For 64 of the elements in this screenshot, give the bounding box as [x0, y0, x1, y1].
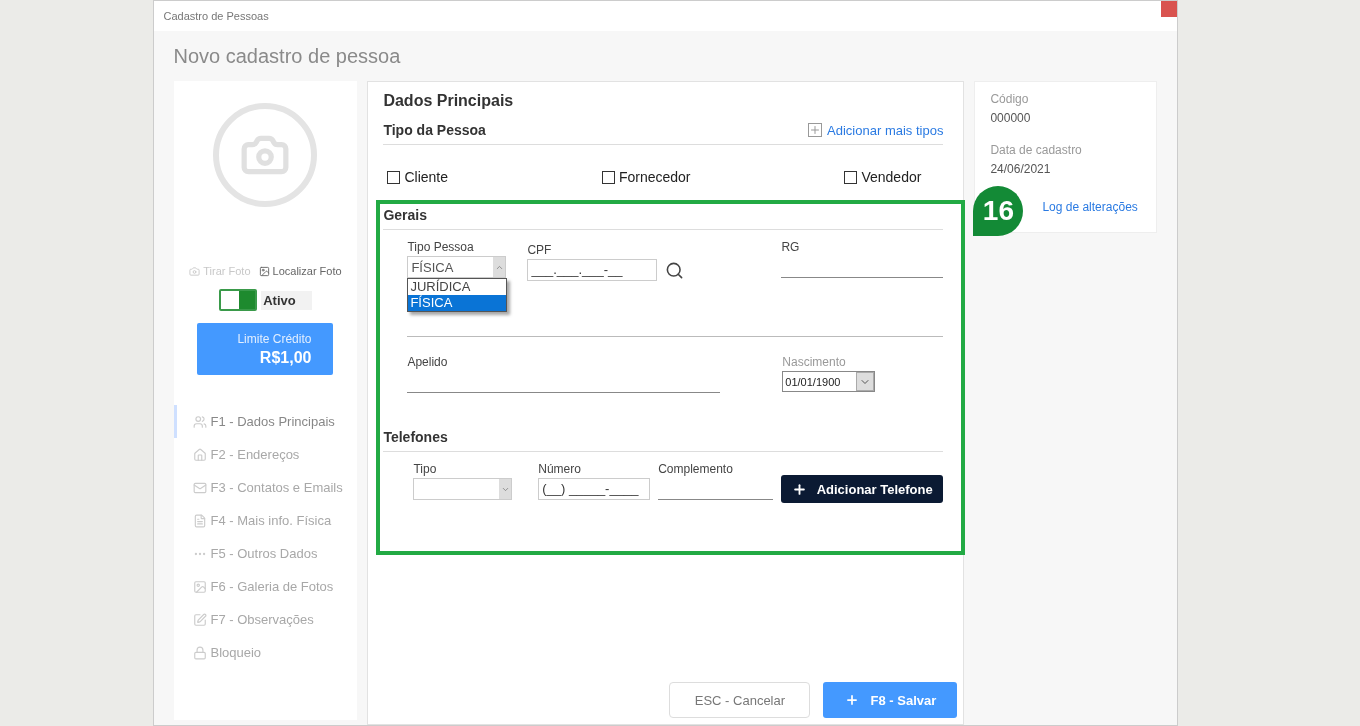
- status-toggle[interactable]: [219, 289, 258, 311]
- field-label: Apelido: [407, 355, 449, 371]
- step-badge: 16: [973, 186, 1024, 236]
- info-label: Data de cadastro: [990, 143, 1083, 157]
- window-title: Cadastro de Pessoas: [163, 10, 269, 22]
- nav-item[interactable]: F3 - Contatos e Emails: [173, 471, 358, 504]
- type-checkbox[interactable]: Cliente: [387, 169, 448, 185]
- people-icon: [192, 414, 207, 429]
- field-label: Complemento: [658, 462, 734, 478]
- nav-item[interactable]: F4 - Mais info. Física: [173, 504, 358, 537]
- photo-action-link[interactable]: Localizar Foto: [258, 265, 342, 277]
- section-heading: Gerais: [383, 207, 427, 223]
- info-value: 000000: [990, 111, 1032, 125]
- plus-icon: [791, 481, 807, 497]
- dropdown-option[interactable]: JURÍDICA: [408, 279, 507, 295]
- type-checkbox[interactable]: Fornecedor: [601, 169, 691, 185]
- pencil-icon: [192, 612, 207, 627]
- field-label: CPF: [527, 243, 553, 259]
- field-label: RG: [781, 240, 801, 256]
- section-heading: Telefones: [383, 429, 448, 445]
- add-types-link[interactable]: Adicionar mais tipos: [808, 122, 944, 138]
- field-label: Tipo Pessoa: [407, 240, 475, 256]
- search-icon[interactable]: [665, 260, 685, 280]
- image-icon: [258, 265, 270, 277]
- cancel-button[interactable]: ESC - Cancelar: [669, 682, 811, 718]
- dialog-title: Novo cadastro de pessoa: [173, 44, 401, 68]
- envelope-icon: [192, 480, 207, 495]
- document-icon: [192, 513, 207, 528]
- credit-label: Limite Crédito: [237, 331, 312, 346]
- dropdown-option[interactable]: FÍSICA: [408, 295, 507, 311]
- type-checkbox[interactable]: Vendedor: [844, 169, 922, 185]
- camera-icon: [189, 265, 201, 277]
- credit-value: R$1,00: [259, 348, 312, 367]
- caret-icon: [499, 479, 512, 499]
- nav-item[interactable]: F2 - Endereços: [173, 438, 358, 471]
- status-label: Ativo: [261, 290, 312, 310]
- info-value: 24/06/2021: [990, 162, 1052, 176]
- plus-icon: [808, 123, 823, 137]
- field-label: Número: [538, 462, 582, 478]
- caret-icon: [493, 257, 506, 277]
- lock-icon: [192, 645, 207, 660]
- cpf-field[interactable]: ___.___.___-__: [527, 259, 658, 281]
- info-label: Código: [990, 92, 1030, 106]
- no-photo-icon: [213, 103, 318, 207]
- field-label: Tipo: [413, 462, 438, 478]
- section-title: Dados Principais: [383, 92, 515, 110]
- section-heading: Tipo da Pessoa: [383, 122, 486, 138]
- nav-item[interactable]: F1 - Dados Principais: [173, 405, 358, 438]
- change-log-link[interactable]: Log de alterações: [1042, 200, 1141, 214]
- field-label: Nascimento: [782, 355, 847, 371]
- close-button[interactable]: [1160, 1, 1177, 17]
- plus-icon: [844, 693, 859, 707]
- image-icon: [192, 579, 207, 594]
- nav-item[interactable]: F5 - Outros Dados: [173, 537, 358, 570]
- person-type-select[interactable]: FÍSICA: [407, 256, 507, 278]
- phone-number-field[interactable]: (__) _____-____: [538, 478, 651, 500]
- nav-item[interactable]: F6 - Galeria de Fotos: [173, 570, 358, 603]
- nav-item[interactable]: Bloqueio: [173, 636, 358, 669]
- save-button[interactable]: F8 - Salvar: [823, 682, 958, 718]
- house-icon: [192, 447, 207, 462]
- caret-icon[interactable]: [856, 372, 875, 391]
- birth-date-field[interactable]: 01/01/1900: [782, 371, 876, 392]
- add-phone-button[interactable]: Adicionar Telefone: [781, 475, 944, 503]
- nav-item[interactable]: F7 - Observações: [173, 603, 358, 636]
